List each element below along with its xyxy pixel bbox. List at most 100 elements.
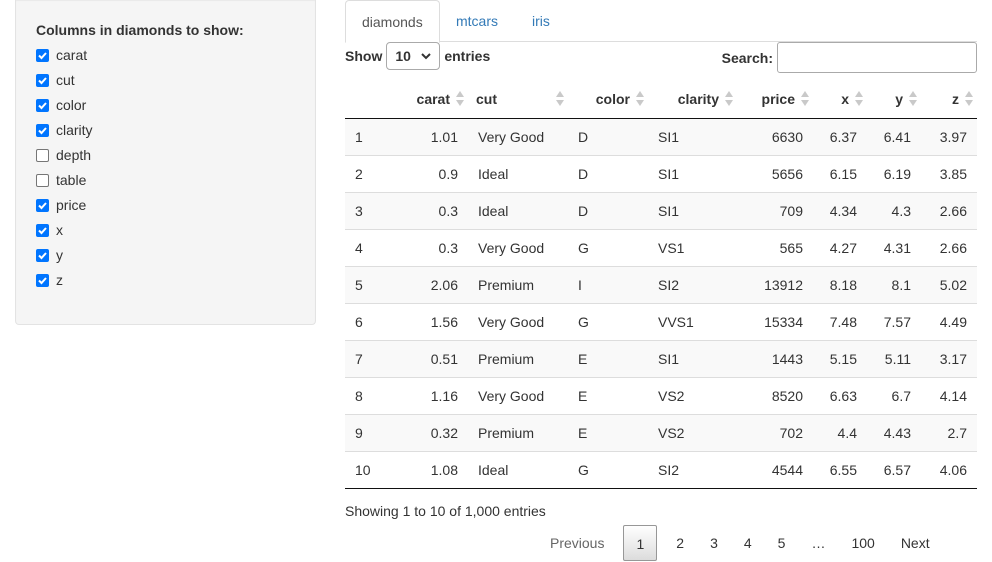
table-cell: SI1 [658, 128, 680, 145]
table-row[interactable]: 3 0.3 Ideal D SI1 709 4.34 4.3 2.66 [345, 191, 977, 229]
table-cell: 3.97 [939, 128, 967, 145]
data-table: carat cut color clarity price x y z 1 1.0… [345, 80, 977, 489]
header-cut[interactable]: cut [468, 80, 568, 119]
column-option-z[interactable]: z [36, 270, 63, 290]
checkbox-label: price [56, 197, 87, 213]
checkbox-depth[interactable] [36, 148, 49, 162]
page-button-2[interactable]: 2 [663, 525, 697, 561]
page-button-3[interactable]: 3 [697, 525, 731, 561]
column-option-color[interactable]: color [36, 95, 86, 115]
table-cell: 6630 [771, 128, 803, 145]
header-price[interactable]: price [737, 80, 813, 119]
table-row[interactable]: 8 1.16 Very Good E VS2 8520 6.63 6.7 4.14 [345, 376, 977, 414]
check-icon [38, 76, 47, 84]
table-cell: 2.7 [921, 413, 977, 451]
table-info: Showing 1 to 10 of 1,000 entries [345, 503, 546, 519]
table-row[interactable]: 4 0.3 Very Good G VS1 565 4.27 4.31 2.66 [345, 228, 977, 266]
header-x[interactable]: x [813, 80, 867, 119]
table-cell: 8 [345, 376, 402, 414]
table-row[interactable]: 10 1.08 Ideal G SI2 4544 6.55 6.57 4.06 [345, 450, 977, 489]
next-page-button[interactable]: Next [888, 525, 943, 561]
checkbox-label: color [56, 97, 87, 113]
checkbox-x[interactable] [36, 223, 49, 237]
length-show-label: Show [345, 48, 383, 64]
checkbox-z[interactable] [36, 273, 49, 287]
checkbox-y[interactable] [36, 248, 49, 262]
entries-per-page-value: 10 [395, 48, 411, 64]
dataset-tabs: diamonds mtcars iris [345, 0, 977, 43]
column-option-table[interactable]: table [36, 170, 86, 190]
table-cell: 4.43 [867, 413, 921, 451]
tab-mtcars[interactable]: mtcars [440, 0, 514, 42]
page-button-1[interactable]: 1 [623, 524, 658, 561]
header-carat[interactable]: carat [402, 80, 468, 119]
column-option-x[interactable]: x [36, 220, 63, 240]
table-cell: Very Good [468, 376, 568, 414]
previous-page-button[interactable]: Previous [537, 525, 617, 561]
header-clarity[interactable]: clarity [648, 80, 737, 119]
page-button-100[interactable]: 100 [838, 525, 887, 561]
checkbox-price[interactable] [36, 198, 49, 212]
checkbox-table[interactable] [36, 173, 49, 187]
header-row-index [345, 80, 402, 119]
entries-per-page-select[interactable]: 10 [386, 42, 441, 70]
tab-diamonds[interactable]: diamonds [345, 0, 440, 43]
checkbox-color[interactable] [36, 98, 49, 112]
search-input[interactable] [777, 42, 977, 73]
table-cell: 6.41 [883, 128, 911, 145]
table-cell: 5656 [737, 154, 813, 192]
table-row[interactable]: 1 1.01 Very Good D SI1 6630 6.37 6.41 3.97 [345, 118, 977, 155]
check-icon [38, 201, 47, 209]
checkbox-cut[interactable] [36, 73, 49, 87]
table-row[interactable]: 6 1.56 Very Good G VVS1 15334 7.48 7.57 4.49 [345, 302, 977, 340]
checkbox-label: x [56, 222, 63, 238]
table-cell: 1 [355, 128, 363, 145]
header-y[interactable]: y [867, 80, 921, 119]
table-cell: 4 [345, 228, 402, 266]
table-cell: Very Good [478, 128, 545, 145]
table-cell: SI2 [648, 265, 737, 303]
table-cell: 5.02 [921, 265, 977, 303]
header-x-label: x [841, 90, 849, 107]
column-option-y[interactable]: y [36, 245, 63, 265]
check-icon [38, 51, 47, 59]
table-cell: 0.51 [402, 339, 468, 377]
header-color-label: color [595, 90, 630, 107]
column-option-depth[interactable]: depth [36, 145, 91, 165]
table-cell: 4.06 [921, 450, 977, 489]
checkbox-carat[interactable] [36, 48, 49, 62]
tab-iris[interactable]: iris [516, 0, 566, 42]
table-row[interactable]: 2 0.9 Ideal D SI1 5656 6.15 6.19 3.85 [345, 154, 977, 192]
pagination-ellipsis: … [811, 534, 826, 551]
sort-icon [855, 91, 863, 107]
checkbox-label: table [56, 172, 87, 188]
table-cell: 0.32 [402, 413, 468, 451]
table-row[interactable]: 9 0.32 Premium E VS2 702 4.4 4.43 2.7 [345, 413, 977, 451]
table-cell: 1.56 [402, 302, 468, 340]
table-cell: 2 [345, 154, 402, 192]
search-control: Search: [722, 42, 977, 73]
table-cell: 4.49 [921, 302, 977, 340]
column-option-carat[interactable]: carat [36, 45, 87, 65]
table-cell: 6.63 [813, 376, 867, 414]
table-cell: 5.15 [813, 339, 867, 377]
table-row[interactable]: 7 0.51 Premium E SI1 1443 5.15 5.11 3.17 [345, 339, 977, 377]
header-price-label: price [761, 90, 795, 107]
table-cell: 3 [345, 191, 402, 229]
checkbox-clarity[interactable] [36, 123, 49, 137]
header-z[interactable]: z [921, 80, 977, 119]
column-option-cut[interactable]: cut [36, 70, 75, 90]
page-button-4[interactable]: 4 [731, 525, 765, 561]
table-cell: 6.7 [867, 376, 921, 414]
column-option-clarity[interactable]: clarity [36, 120, 93, 140]
header-color[interactable]: color [568, 80, 648, 119]
check-icon [38, 101, 47, 109]
table-row[interactable]: 5 2.06 Premium I SI2 13912 8.18 8.1 5.02 [345, 265, 977, 303]
table-cell: Ideal [468, 154, 568, 192]
table-cell: SI1 [648, 339, 737, 377]
page-button-5[interactable]: 5 [765, 525, 799, 561]
column-option-price[interactable]: price [36, 195, 86, 215]
table-cell: E [568, 339, 648, 377]
column-selector-panel: Columns in diamonds to show: carat cut col… [15, 0, 316, 325]
header-cut-label: cut [476, 90, 497, 107]
